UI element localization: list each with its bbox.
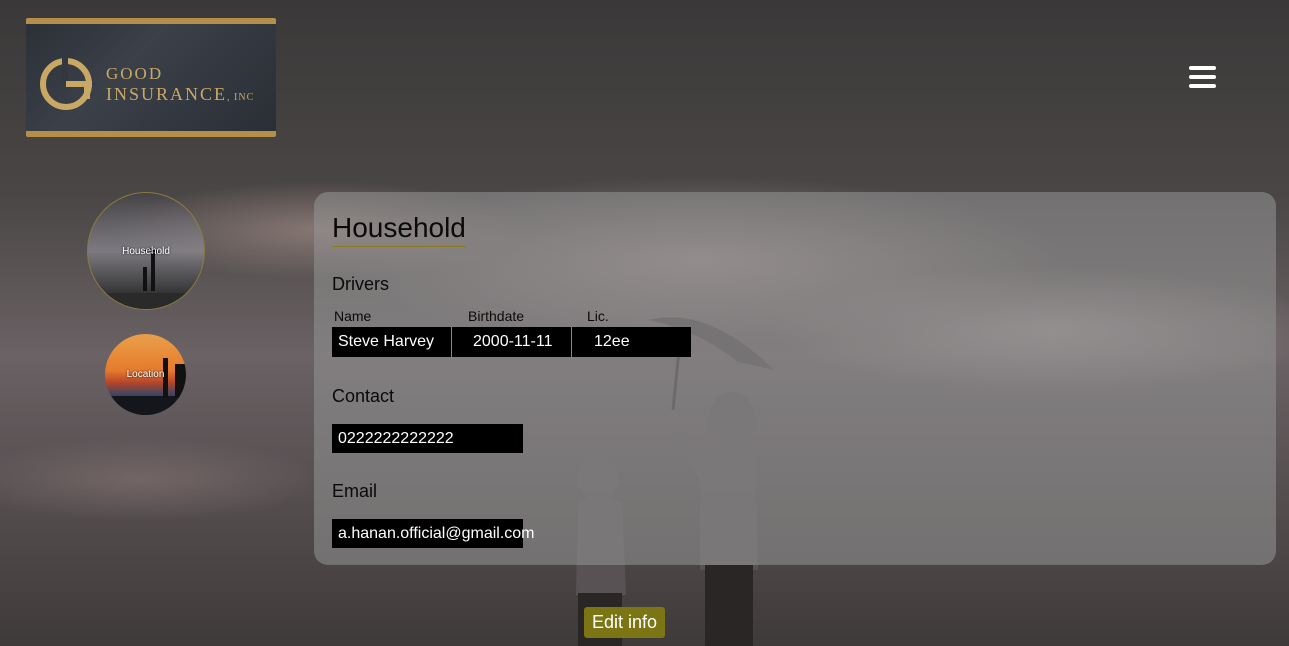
email-value: a.hanan.official@gmail.com xyxy=(332,519,535,548)
edit-info-button[interactable]: Edit info xyxy=(584,607,665,638)
table-row: Steve Harvey 2000-11-11 12ee xyxy=(332,327,691,357)
sidebar-item-location[interactable]: Location xyxy=(105,334,186,415)
column-header-license: Lic. xyxy=(587,308,609,324)
drivers-label: Drivers xyxy=(332,274,389,294)
driver-name-cell: Steve Harvey xyxy=(332,327,452,357)
g-logo-icon xyxy=(40,58,92,110)
email-label: Email xyxy=(332,481,378,501)
contact-label: Contact xyxy=(332,386,395,406)
sidebar-item-label: Household xyxy=(122,245,170,257)
sidebar-item-label: Location xyxy=(126,369,165,380)
contact-value: 0222222222222 xyxy=(332,424,523,453)
driver-license-cell: 12ee xyxy=(594,333,630,350)
logo-line-2: INSURANCE xyxy=(106,84,228,104)
page-title: Household xyxy=(332,212,466,247)
column-header-name: Name xyxy=(334,308,372,324)
logo-wordmark: GOOD INSURANCE, INC xyxy=(106,64,254,108)
logo-suffix: , INC xyxy=(227,92,255,103)
column-header-birthdate: Birthdate xyxy=(468,308,525,324)
sidebar-item-household[interactable]: Household xyxy=(87,192,205,310)
household-panel: Household Drivers Name Birthdate Lic. St… xyxy=(314,192,1276,565)
company-logo[interactable]: GOOD INSURANCE, INC xyxy=(26,18,276,137)
driver-birthdate-cell: 2000-11-11 xyxy=(452,327,572,357)
logo-line-1: GOOD xyxy=(106,64,164,83)
hamburger-menu-icon[interactable] xyxy=(1189,66,1216,90)
